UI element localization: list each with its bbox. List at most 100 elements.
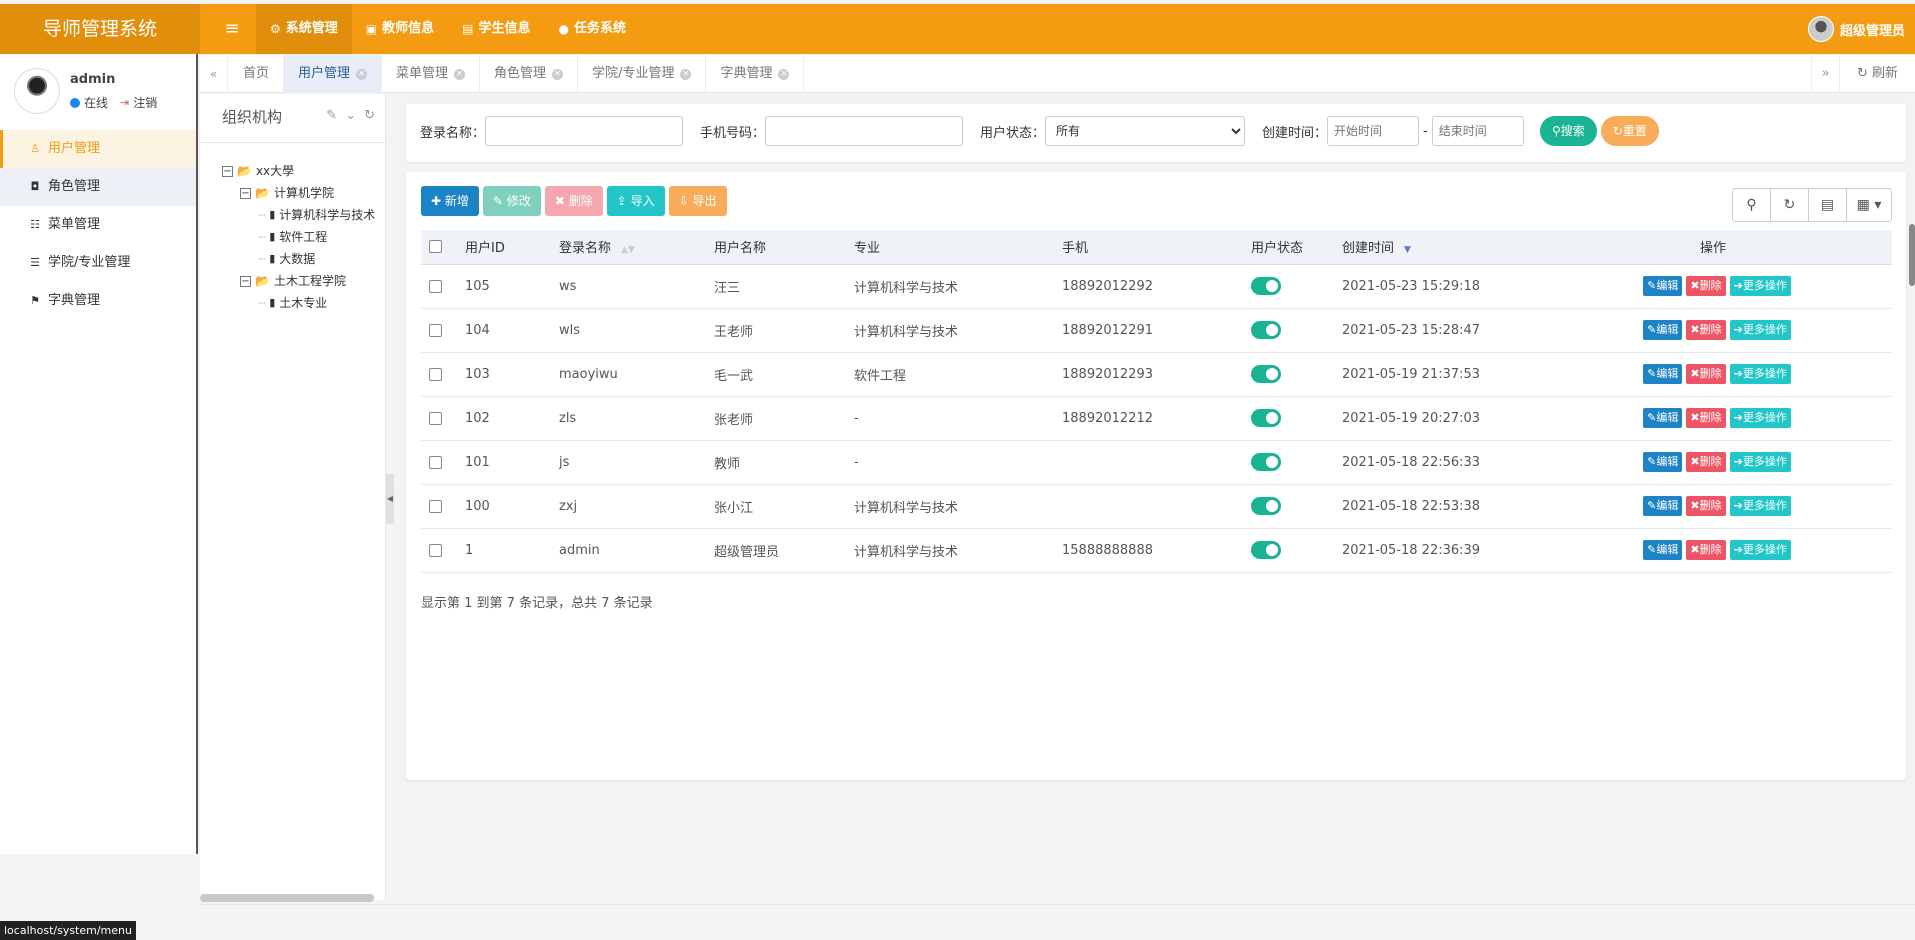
row-more-button[interactable]: ➔更多操作 (1729, 408, 1791, 428)
tab-dict[interactable]: 字典管理 × (706, 55, 805, 93)
tab-home[interactable]: 首页 (229, 55, 285, 93)
collapse-icon[interactable]: − (240, 187, 251, 199)
search-button[interactable]: ⚲搜索 (1540, 116, 1597, 146)
table-row[interactable]: 102 zls 张老师 -18892012212 2021-05-19 20:27:03… (421, 396, 1892, 441)
tree-node-college[interactable]: − 📂 计算机学院 (222, 182, 375, 204)
status-toggle[interactable] (1251, 497, 1281, 515)
table-row[interactable]: 104 wls 王老师 计算机科学与技术 18892012291 2021-05-23 1… (421, 308, 1892, 353)
sidebar-item-dict[interactable]: ⚑ 字典管理 (0, 282, 196, 320)
start-time-input[interactable] (1327, 116, 1420, 146)
tab-role[interactable]: 角色管理 × (480, 55, 579, 93)
close-icon[interactable]: × (356, 68, 368, 80)
app-title[interactable]: 导师管理系统 (0, 4, 200, 54)
tab-menu[interactable]: 菜单管理 × (382, 55, 481, 93)
row-delete-button[interactable]: ✖删除 (1686, 320, 1726, 340)
refresh-icon[interactable]: ↻ (1770, 188, 1809, 222)
panel-collapse-handle[interactable]: ◀ (386, 474, 394, 524)
toggle-view-icon[interactable]: ▤ (1808, 188, 1847, 222)
row-checkbox[interactable] (429, 499, 442, 513)
import-button[interactable]: ⇪ 导入 (606, 186, 665, 216)
collapse-icon[interactable]: − (240, 275, 251, 287)
tree-node-major[interactable]: ┈ ▮ 计算机科学与技术 (222, 204, 375, 226)
vertical-scrollbar[interactable] (1909, 224, 1915, 286)
delete-button[interactable]: ✖ 删除 (544, 186, 603, 216)
table-row[interactable]: 105 ws 汪三 计算机科学与技术 18892012292 2021-05-23 15:… (421, 264, 1892, 309)
edit-button[interactable]: ✎ 修改 (482, 186, 541, 216)
status-toggle[interactable] (1251, 409, 1281, 427)
status-toggle[interactable] (1251, 453, 1281, 471)
column-header[interactable]: 用户状态 (1243, 230, 1334, 265)
topnav-task[interactable]: ● 任务系统 (545, 4, 641, 54)
row-edit-button[interactable]: ✎编辑 (1643, 320, 1683, 340)
phone-input[interactable] (765, 116, 964, 146)
close-icon[interactable]: × (778, 68, 790, 80)
chevron-down-icon[interactable]: ⌄ (345, 108, 356, 123)
tree-node-root[interactable]: − 📂 xx大學 (222, 160, 375, 182)
sign-out-icon[interactable]: ⇥ (120, 96, 129, 109)
login-name-input[interactable] (485, 116, 684, 146)
status-toggle[interactable] (1251, 365, 1281, 383)
column-header[interactable]: 用户名称 (706, 230, 846, 265)
reset-button[interactable]: ↻重置 (1600, 116, 1659, 146)
logout-link[interactable]: 注销 (133, 94, 157, 111)
tree-node-major[interactable]: ┈ ▮ 软件工程 (222, 226, 375, 248)
tab-scroll-left-icon[interactable]: « (200, 55, 228, 93)
status-select[interactable]: 所有 (1045, 116, 1246, 146)
refresh-icon[interactable]: ↻ (364, 108, 375, 123)
row-checkbox[interactable] (429, 411, 442, 425)
row-checkbox[interactable] (429, 367, 442, 381)
status-toggle[interactable] (1251, 321, 1281, 339)
end-time-input[interactable] (1431, 116, 1524, 146)
table-row[interactable]: 1 admin 超级管理员 计算机科学与技术 15888888888 2021-05-18… (421, 528, 1892, 573)
select-all-checkbox[interactable] (429, 240, 442, 254)
row-more-button[interactable]: ➔更多操作 (1729, 364, 1791, 384)
row-edit-button[interactable]: ✎编辑 (1643, 540, 1683, 560)
row-checkbox[interactable] (429, 455, 442, 469)
topnav-system[interactable]: ⚙ 系统管理 (256, 4, 352, 54)
row-more-button[interactable]: ➔更多操作 (1729, 276, 1791, 296)
row-edit-button[interactable]: ✎编辑 (1643, 496, 1683, 516)
row-more-button[interactable]: ➔更多操作 (1729, 452, 1791, 472)
sidebar-item-menu[interactable]: ☷ 菜单管理 (0, 206, 196, 244)
row-delete-button[interactable]: ✖删除 (1686, 408, 1726, 428)
collapse-icon[interactable]: − (222, 165, 233, 177)
horizontal-scrollbar[interactable] (200, 894, 374, 902)
column-header-sortable[interactable]: 创建时间 ▼ (1334, 230, 1534, 265)
export-button[interactable]: ⇩ 导出 (668, 186, 727, 216)
add-button[interactable]: ✚ 新增 (421, 186, 479, 216)
table-row[interactable]: 100 zxj 张小江 计算机科学与技术 2021-05-18 22:53:38 ✎编辑 ✖… (421, 484, 1892, 529)
row-checkbox[interactable] (429, 543, 442, 557)
column-header[interactable]: 手机 (1054, 230, 1243, 265)
row-delete-button[interactable]: ✖删除 (1686, 364, 1726, 384)
refresh-tab-button[interactable]: ↻ 刷新 (1839, 55, 1915, 93)
topnav-student[interactable]: ▤ 学生信息 (448, 4, 544, 54)
sidebar-item-college[interactable]: ☰ 学院/专业管理 (0, 244, 196, 282)
topnav-teacher[interactable]: ▣ 教师信息 (352, 4, 448, 54)
tree-node-major[interactable]: ┈ ▮ 土木专业 (222, 292, 375, 314)
column-header-sortable[interactable]: 登录名称 ▲▼ (551, 230, 706, 265)
close-icon[interactable]: × (552, 68, 564, 80)
tree-node-major[interactable]: ┈ ▮ 大数据 (222, 248, 375, 270)
top-user-menu[interactable]: 超级管理员 (1807, 4, 1905, 54)
row-more-button[interactable]: ➔更多操作 (1729, 496, 1791, 516)
row-more-button[interactable]: ➔更多操作 (1729, 320, 1791, 340)
status-toggle[interactable] (1251, 541, 1281, 559)
sidebar-item-user[interactable]: ♙ 用户管理 (0, 130, 196, 168)
row-delete-button[interactable]: ✖删除 (1686, 540, 1726, 560)
row-edit-button[interactable]: ✎编辑 (1643, 452, 1683, 472)
columns-icon[interactable]: ▦ ▾ (1846, 188, 1892, 222)
tab-user[interactable]: 用户管理 × (284, 55, 383, 93)
row-checkbox[interactable] (429, 323, 442, 337)
row-more-button[interactable]: ➔更多操作 (1729, 540, 1791, 560)
tree-node-college[interactable]: − 📂 土木工程学院 (222, 270, 375, 292)
table-row[interactable]: 103 maoyiwu 毛一武 软件工程 18892012293 2021-05-19 2… (421, 352, 1892, 397)
row-checkbox[interactable] (429, 279, 442, 293)
search-icon[interactable]: ⚲ (1732, 188, 1771, 222)
row-edit-button[interactable]: ✎编辑 (1643, 408, 1683, 428)
table-row[interactable]: 101 js 教师 -2021-05-18 22:56:33 ✎编辑 ✖删除 ➔更多操作 (421, 440, 1892, 485)
tab-scroll-right-icon[interactable]: » (1811, 55, 1839, 93)
close-icon[interactable]: × (680, 68, 692, 80)
column-header[interactable]: 专业 (846, 230, 1054, 265)
status-toggle[interactable] (1251, 277, 1281, 295)
close-icon[interactable]: × (454, 68, 466, 80)
